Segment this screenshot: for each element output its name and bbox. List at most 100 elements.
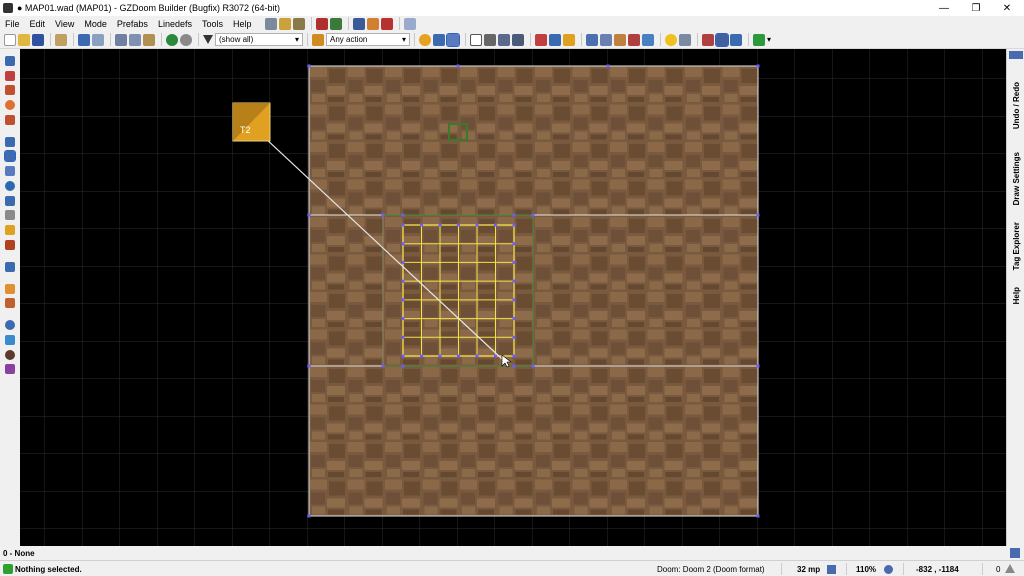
replace-geometry-icon[interactable]: [563, 33, 575, 46]
redo-icon[interactable]: [92, 33, 104, 46]
snap-icon[interactable]: [446, 32, 460, 47]
grid-icon[interactable]: [827, 565, 836, 574]
vertex[interactable]: [512, 213, 516, 217]
vertex[interactable]: [606, 64, 610, 68]
vertex[interactable]: [307, 514, 311, 518]
grid-size[interactable]: 32 mp: [797, 563, 820, 575]
dock-tab-help[interactable]: Help: [1009, 277, 1023, 315]
vertex[interactable]: [457, 223, 460, 227]
test-map-skill-icon[interactable]: [329, 17, 342, 30]
vertex[interactable]: [401, 213, 405, 217]
vertex[interactable]: [420, 223, 423, 227]
vertex[interactable]: [401, 298, 405, 302]
list-icon[interactable]: [600, 33, 612, 46]
paste-icon[interactable]: [143, 33, 155, 46]
merge-geometry-icon[interactable]: [535, 33, 547, 46]
dock-tab-tag-explorer[interactable]: Tag Explorer: [1009, 217, 1023, 275]
vertex[interactable]: [457, 354, 460, 358]
menu-mode[interactable]: Mode: [79, 19, 112, 29]
resources-icon[interactable]: [278, 17, 291, 30]
model-icon[interactable]: [679, 33, 691, 46]
vertices-mode-icon[interactable]: [5, 137, 15, 147]
menu-view[interactable]: View: [50, 19, 79, 29]
grid-setup-icon[interactable]: [586, 33, 598, 46]
view-normal-icon[interactable]: [470, 33, 482, 46]
delete-tool-icon[interactable]: [380, 17, 393, 30]
vertex[interactable]: [531, 364, 535, 368]
menu-prefabs[interactable]: Prefabs: [112, 19, 153, 29]
vertex[interactable]: [420, 354, 423, 358]
view-floors-icon[interactable]: [498, 33, 510, 46]
align-icon[interactable]: [730, 33, 742, 46]
open-map-icon[interactable]: [18, 33, 30, 46]
vertex[interactable]: [475, 354, 479, 358]
menu-file[interactable]: File: [0, 19, 25, 29]
slope-icon[interactable]: [5, 298, 15, 308]
vertex[interactable]: [401, 354, 405, 358]
visual-sector-icon[interactable]: [715, 32, 729, 47]
vertex[interactable]: [401, 317, 405, 321]
vertex[interactable]: [307, 364, 311, 368]
visual-mode-icon[interactable]: [5, 240, 15, 250]
vertex[interactable]: [401, 279, 405, 283]
vertex[interactable]: [512, 223, 516, 227]
vertex[interactable]: [512, 364, 516, 368]
vertex[interactable]: [438, 354, 442, 358]
vertex[interactable]: [307, 213, 311, 217]
vertex[interactable]: [438, 223, 442, 227]
vertex[interactable]: [756, 364, 760, 368]
map-viewport[interactable]: T2: [20, 49, 1006, 546]
script-editor-icon[interactable]: [55, 33, 67, 46]
linedefs-mode-icon[interactable]: [4, 150, 16, 162]
map-options-icon[interactable]: [292, 17, 305, 30]
linedef-action-select[interactable]: Any action ▾: [326, 33, 410, 46]
zoom-icon[interactable]: [884, 565, 893, 574]
vertex[interactable]: [756, 514, 760, 518]
vertex[interactable]: [401, 242, 405, 246]
vertex[interactable]: [456, 64, 460, 68]
menu-edit[interactable]: Edit: [25, 19, 51, 29]
vertex[interactable]: [531, 213, 535, 217]
vertex[interactable]: [475, 223, 479, 227]
link-icon[interactable]: [403, 17, 416, 30]
sector-tool-icon[interactable]: [366, 17, 379, 30]
vertex[interactable]: [512, 354, 516, 358]
things-filter-tree-icon[interactable]: [166, 33, 178, 46]
vertex[interactable]: [401, 335, 405, 339]
vertex[interactable]: [381, 364, 385, 368]
new-map-icon[interactable]: [4, 33, 16, 46]
vertex[interactable]: [512, 279, 516, 283]
menu-linedefs[interactable]: Linedefs: [153, 19, 197, 29]
cut-icon[interactable]: [115, 33, 127, 46]
image-icon[interactable]: [5, 210, 15, 220]
flip-icon[interactable]: [628, 33, 640, 46]
vertex[interactable]: [494, 354, 497, 358]
vertex[interactable]: [307, 64, 311, 68]
view-ceilings-icon[interactable]: [512, 33, 524, 46]
close-button[interactable]: ✕: [990, 0, 1024, 16]
vertex[interactable]: [512, 260, 516, 264]
make-sectors-icon[interactable]: [5, 196, 15, 206]
expand-info-icon[interactable]: [1010, 548, 1020, 558]
grid-icon[interactable]: [433, 33, 445, 46]
things-mode-icon[interactable]: [5, 181, 15, 191]
vertex[interactable]: [512, 317, 516, 321]
view-brightness-icon[interactable]: [484, 33, 496, 46]
dock-tab-undo-redo[interactable]: Undo / Redo: [1009, 69, 1023, 143]
draw-curve-icon[interactable]: [5, 71, 15, 81]
lightbulb-icon[interactable]: [665, 33, 677, 46]
warning-icon[interactable]: [1005, 564, 1015, 573]
dock-pin-icon[interactable]: [1009, 51, 1023, 59]
zoom-level[interactable]: 110%: [856, 563, 876, 575]
map-canvas[interactable]: T2: [20, 49, 1006, 546]
event-lines-icon[interactable]: [702, 33, 714, 46]
menu-help[interactable]: Help: [228, 19, 257, 29]
minimize-button[interactable]: —: [927, 0, 961, 16]
vertex[interactable]: [512, 298, 516, 302]
vertex[interactable]: [756, 213, 760, 217]
vertex[interactable]: [512, 242, 516, 246]
vertex[interactable]: [756, 64, 760, 68]
vertex[interactable]: [381, 213, 385, 217]
draw-rectangle-icon[interactable]: [5, 85, 15, 95]
things-filter-icon[interactable]: [180, 33, 192, 46]
